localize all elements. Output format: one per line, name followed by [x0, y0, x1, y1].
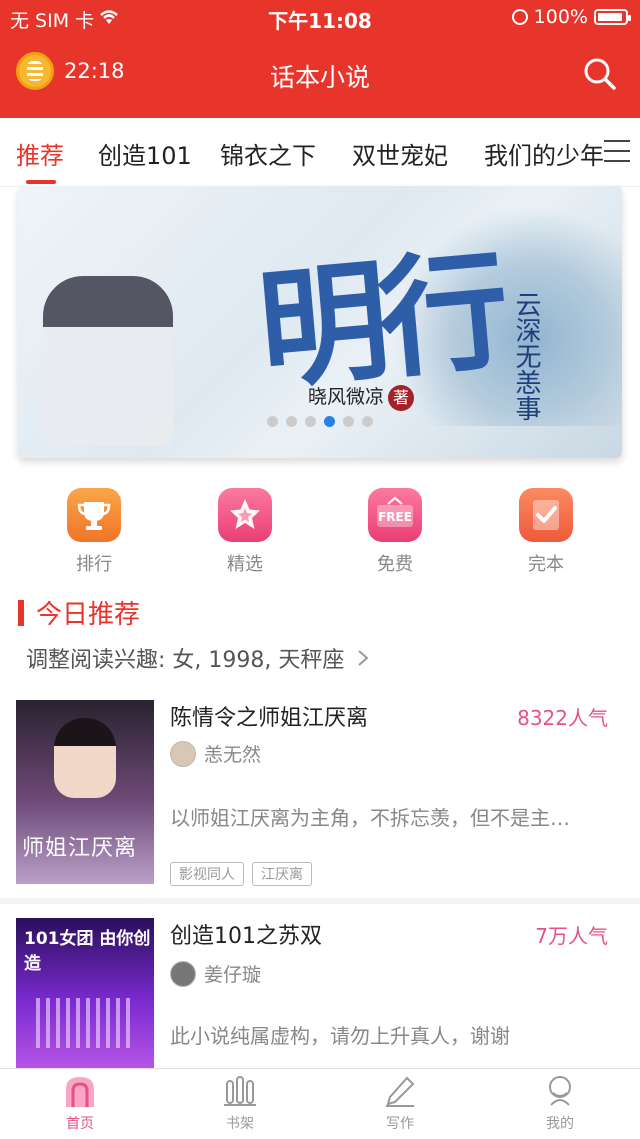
tab-home[interactable]: 首页: [40, 1075, 120, 1133]
tab-jinyi[interactable]: 锦衣之下: [220, 136, 316, 171]
book-item[interactable]: 101女团 由你创造 创造101之苏双 7万人气 姜仔璇 此小说纯属虚构，请勿上…: [0, 918, 640, 1068]
book-tags: 影视同人 江厌离: [170, 862, 312, 886]
tab-bookshelf[interactable]: 书架: [200, 1075, 280, 1133]
tab-bookshelf-label: 书架: [226, 1116, 254, 1132]
ranking-label: 排行: [76, 554, 112, 575]
free-label: 免费: [377, 554, 413, 575]
tabs-menu-icon[interactable]: [604, 140, 630, 162]
banner-author: 晓风微凉著: [308, 382, 415, 411]
avatar: [170, 740, 196, 767]
page-dot[interactable]: [305, 416, 316, 427]
tab-our-youth[interactable]: 我们的少年: [484, 136, 604, 171]
bottom-tab-bar: 首页 书架 写作 我的: [0, 1068, 640, 1139]
tab-active-indicator: [26, 180, 56, 184]
book-title: 创造101之苏双: [170, 924, 322, 949]
book-item[interactable]: 师姐江厌离 陈情令之师姐江厌离 8322人气 恙无然 以师姐江厌离为主角，不拆忘…: [0, 700, 640, 890]
check-book-icon: [519, 488, 573, 542]
featured-shortcut[interactable]: 精选: [195, 488, 295, 576]
book-tag: 影视同人: [170, 862, 244, 886]
author-name: 恙无然: [204, 744, 262, 766]
tab-write-label: 写作: [386, 1116, 414, 1132]
author-badge: 著: [388, 385, 415, 411]
author-row: 恙无然: [170, 740, 261, 767]
book-cover: 101女团 由你创造: [16, 918, 154, 1068]
author-name: 姜仔璇: [204, 964, 262, 986]
ranking-shortcut[interactable]: 排行: [44, 488, 144, 576]
tab-write[interactable]: 写作: [360, 1075, 440, 1133]
banner-page-dots: [18, 416, 622, 427]
banner-author-name: 晓风微凉: [308, 386, 385, 408]
preference-text: 调整阅读兴趣: 女, 1998, 天秤座: [26, 648, 345, 673]
page-dot-active[interactable]: [324, 416, 335, 427]
avatar: [170, 960, 196, 987]
popularity: 7万人气: [535, 924, 608, 948]
tab-profile[interactable]: 我的: [520, 1075, 600, 1133]
star-icon: [218, 488, 272, 542]
divider: [0, 898, 640, 904]
featured-banner[interactable]: 明行 晓风微凉著 云深无恙事: [18, 186, 622, 458]
tab-home-label: 首页: [66, 1116, 94, 1132]
bookshelf-icon: [223, 1075, 257, 1107]
tab-profile-label: 我的: [546, 1116, 574, 1132]
section-marker: [18, 600, 24, 626]
page-dot[interactable]: [267, 416, 278, 427]
cover-title: 师姐江厌离: [22, 836, 138, 861]
tab-produce101[interactable]: 创造101: [98, 136, 192, 171]
book-description: 此小说纯属虚构，请勿上升真人，谢谢: [170, 1024, 510, 1048]
cover-title: 101女团 由你创造: [24, 929, 151, 974]
chevron-right-icon: [357, 648, 369, 673]
tab-shuangshi[interactable]: 双世宠妃: [352, 136, 448, 171]
book-cover: 师姐江厌离: [16, 700, 154, 884]
profile-icon: [543, 1075, 577, 1107]
free-glyph: FREE: [378, 510, 412, 524]
book-description: 以师姐江厌离为主角，不拆忘羡，但不是主…: [170, 806, 570, 830]
author-row: 姜仔璇: [170, 960, 261, 987]
book-tag: 江厌离: [252, 862, 312, 886]
category-tabs: 推荐 创造101 锦衣之下 双世宠妃 我们的少年: [0, 118, 640, 187]
free-tag-icon: FREE: [368, 488, 422, 542]
free-shortcut[interactable]: FREE 免费: [345, 488, 445, 576]
banner-side-text: 云深无恙事: [511, 291, 541, 421]
tab-recommend[interactable]: 推荐: [16, 136, 64, 171]
page-dot[interactable]: [286, 416, 297, 427]
reading-preference-link[interactable]: 调整阅读兴趣: 女, 1998, 天秤座: [26, 642, 369, 674]
status-bar: 无 SIM 卡 下午11:08 100%: [0, 0, 640, 34]
rotation-lock-icon: [511, 9, 528, 25]
category-shortcuts: 排行 精选 FREE 免费 完本: [0, 488, 640, 578]
featured-label: 精选: [227, 554, 263, 575]
popularity: 8322人气: [517, 706, 608, 730]
battery-icon: [594, 9, 631, 25]
finished-label: 完本: [528, 554, 564, 575]
section-title: 今日推荐: [36, 600, 141, 630]
battery-percent: 100%: [533, 6, 588, 28]
home-icon: [63, 1075, 97, 1107]
page-dot[interactable]: [362, 416, 373, 427]
trophy-icon: [67, 488, 121, 542]
search-icon[interactable]: [582, 56, 618, 92]
page-dot[interactable]: [343, 416, 354, 427]
app-title: 话本小说: [269, 63, 370, 92]
finished-shortcut[interactable]: 完本: [496, 488, 596, 576]
book-title: 陈情令之师姐江厌离: [170, 706, 369, 731]
pen-icon: [383, 1075, 417, 1107]
top-nav: 22:18 话本小说: [0, 40, 640, 110]
